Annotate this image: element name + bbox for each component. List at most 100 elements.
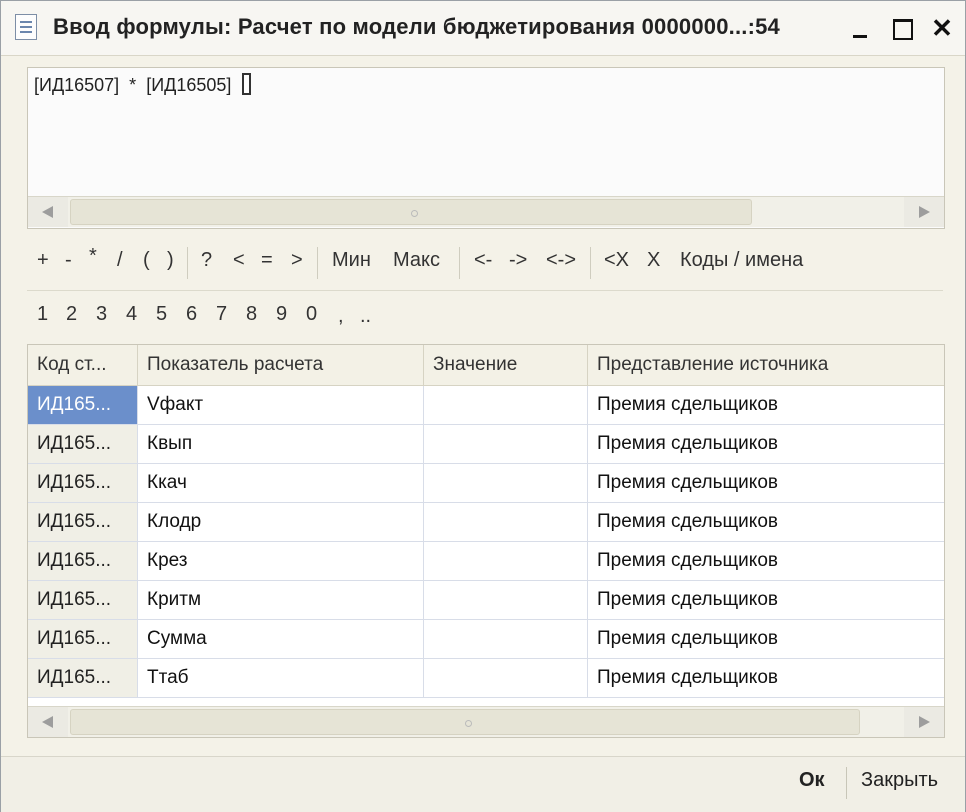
digit-button[interactable]: 1 — [37, 303, 48, 326]
title-bar[interactable]: Ввод формулы: Расчет по модели бюджетиро… — [1, 1, 965, 56]
formula-editor[interactable]: [ИД16507] * [ИД16505] — [27, 67, 945, 229]
operator-open-paren-button[interactable]: ( — [143, 249, 150, 272]
digit-button[interactable]: 0 — [306, 303, 317, 326]
operator-equals-button[interactable]: = — [261, 249, 273, 272]
cell-code[interactable]: ИД165... — [28, 425, 138, 463]
function-max-button[interactable]: Макс — [393, 249, 440, 272]
table-horizontal-scrollbar[interactable] — [28, 706, 944, 737]
operator-toolbar: + - * / ( ) ? < = > Мин Макс <- -> <-> <… — [27, 245, 943, 281]
minimize-icon[interactable] — [845, 13, 875, 43]
maximize-icon[interactable] — [887, 13, 917, 43]
cell-source[interactable]: Премия сдельщиков — [588, 503, 944, 541]
dialog-footer: Ок Закрыть — [1, 756, 965, 812]
ok-button[interactable]: Ок — [799, 769, 825, 792]
formula-text: [ИД16507] * [ИД16505] — [34, 75, 237, 95]
cell-source[interactable]: Премия сдельщиков — [588, 620, 944, 658]
digit-button[interactable]: 2 — [66, 303, 77, 326]
cell-code[interactable]: ИД165... — [28, 620, 138, 658]
scroll-left-icon[interactable] — [28, 707, 68, 737]
operator-close-paren-button[interactable]: ) — [167, 249, 174, 272]
operator-plus-button[interactable]: + — [37, 249, 49, 272]
scroll-left-icon[interactable] — [28, 197, 68, 227]
cell-code[interactable]: ИД165... — [28, 503, 138, 541]
table-row[interactable]: ИД165... Клодр Премия сдельщиков — [28, 503, 944, 542]
cell-indicator[interactable]: Сумма — [138, 620, 424, 658]
operator-minus-button[interactable]: - — [65, 249, 72, 272]
column-header-indicator[interactable]: Показатель расчета — [138, 345, 424, 385]
table-row[interactable]: ИД165... Vфакт Премия сдельщиков — [28, 386, 944, 425]
cell-code[interactable]: ИД165... — [28, 464, 138, 502]
toolbar-divider — [27, 290, 943, 291]
decimal-point-button[interactable]: .. — [360, 305, 371, 328]
operator-question-button[interactable]: ? — [201, 249, 212, 272]
operator-multiply-button[interactable]: * — [89, 245, 97, 268]
formula-dialog: Ввод формулы: Расчет по модели бюджетиро… — [0, 0, 966, 812]
cell-source[interactable]: Премия сдельщиков — [588, 386, 944, 424]
toolbar-divider — [590, 247, 591, 279]
digit-button[interactable]: 3 — [96, 303, 107, 326]
scrollbar-thumb[interactable] — [70, 709, 860, 735]
cell-source[interactable]: Премия сдельщиков — [588, 581, 944, 619]
operator-less-button[interactable]: < — [233, 249, 245, 272]
cell-value[interactable] — [424, 425, 588, 463]
digit-button[interactable]: 5 — [156, 303, 167, 326]
indicators-table[interactable]: Код ст... Показатель расчета Значение Пр… — [27, 344, 945, 738]
footer-divider — [846, 767, 847, 799]
codes-names-toggle[interactable]: Коды / имена — [680, 249, 803, 272]
column-header-source[interactable]: Представление источника — [588, 345, 944, 385]
digit-button[interactable]: 9 — [276, 303, 287, 326]
table-row[interactable]: ИД165... Критм Премия сдельщиков — [28, 581, 944, 620]
cell-indicator[interactable]: Клодр — [138, 503, 424, 541]
cell-indicator[interactable]: Ттаб — [138, 659, 424, 697]
cell-code[interactable]: ИД165... — [28, 542, 138, 580]
scroll-right-icon[interactable] — [904, 197, 944, 227]
cell-value[interactable] — [424, 620, 588, 658]
table-row[interactable]: ИД165... Сумма Премия сдельщиков — [28, 620, 944, 659]
close-icon[interactable]: ✕ — [927, 13, 957, 43]
cell-value[interactable] — [424, 464, 588, 502]
digit-button[interactable]: 4 — [126, 303, 137, 326]
column-header-value[interactable]: Значение — [424, 345, 588, 385]
digit-button[interactable]: 7 — [216, 303, 227, 326]
delete-left-button[interactable]: <X — [604, 249, 629, 272]
cell-indicator[interactable]: Крез — [138, 542, 424, 580]
table-row[interactable]: ИД165... Квып Премия сдельщиков — [28, 425, 944, 464]
delete-button[interactable]: X — [647, 249, 660, 272]
operator-greater-button[interactable]: > — [291, 249, 303, 272]
toolbar-divider — [187, 247, 188, 279]
arrow-left-button[interactable]: <- — [474, 249, 492, 272]
arrow-right-button[interactable]: -> — [509, 249, 527, 272]
cell-code[interactable]: ИД165... — [28, 386, 138, 424]
arrow-both-button[interactable]: <-> — [546, 249, 576, 272]
cell-value[interactable] — [424, 659, 588, 697]
cell-value[interactable] — [424, 581, 588, 619]
scroll-right-icon[interactable] — [904, 707, 944, 737]
cell-code[interactable]: ИД165... — [28, 581, 138, 619]
cell-source[interactable]: Премия сдельщиков — [588, 542, 944, 580]
cell-indicator[interactable]: Квып — [138, 425, 424, 463]
table-row[interactable]: ИД165... Ккач Премия сдельщиков — [28, 464, 944, 503]
table-header: Код ст... Показатель расчета Значение Пр… — [28, 345, 944, 386]
operator-divide-button[interactable]: / — [117, 249, 123, 272]
digit-button[interactable]: 6 — [186, 303, 197, 326]
digit-button[interactable]: 8 — [246, 303, 257, 326]
cell-code[interactable]: ИД165... — [28, 659, 138, 697]
cell-value[interactable] — [424, 386, 588, 424]
comma-button[interactable]: , — [338, 305, 344, 328]
function-min-button[interactable]: Мин — [332, 249, 371, 272]
cell-value[interactable] — [424, 542, 588, 580]
cell-source[interactable]: Премия сдельщиков — [588, 659, 944, 697]
table-row[interactable]: ИД165... Ттаб Премия сдельщиков — [28, 659, 944, 698]
editor-horizontal-scrollbar[interactable] — [28, 196, 944, 227]
cell-indicator[interactable]: Ккач — [138, 464, 424, 502]
toolbar-divider — [317, 247, 318, 279]
scrollbar-thumb[interactable] — [70, 199, 752, 225]
cell-source[interactable]: Премия сдельщиков — [588, 464, 944, 502]
table-row[interactable]: ИД165... Крез Премия сдельщиков — [28, 542, 944, 581]
close-button[interactable]: Закрыть — [861, 769, 938, 792]
cell-indicator[interactable]: Критм — [138, 581, 424, 619]
cell-indicator[interactable]: Vфакт — [138, 386, 424, 424]
column-header-code[interactable]: Код ст... — [28, 345, 138, 385]
cell-value[interactable] — [424, 503, 588, 541]
cell-source[interactable]: Премия сдельщиков — [588, 425, 944, 463]
